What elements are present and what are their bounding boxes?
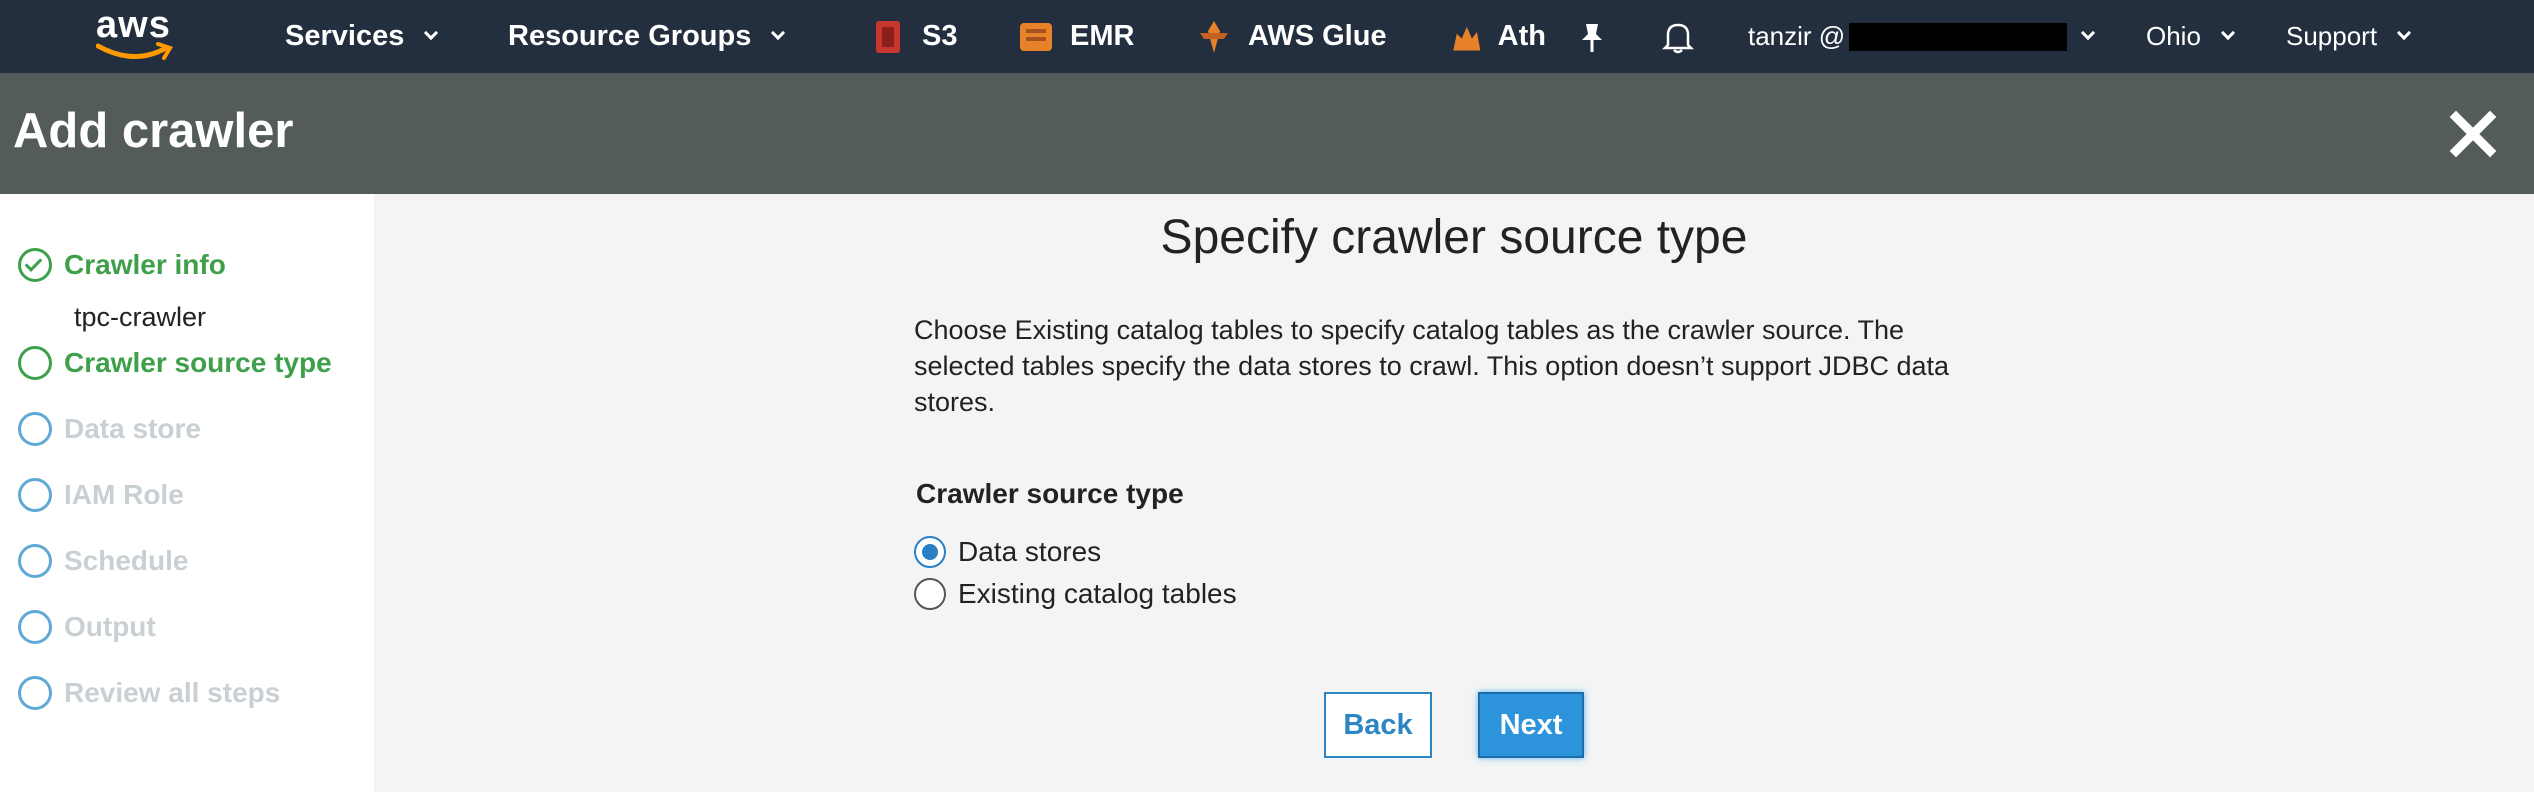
pin-button[interactable] (1578, 0, 1606, 73)
circle-icon (18, 676, 52, 710)
wizard-steps-sidebar: Crawler info tpc-crawler Crawler source … (0, 194, 374, 792)
redacted-account-id (1849, 22, 2068, 51)
region-menu[interactable]: Ohio (2146, 0, 2235, 73)
circle-icon (18, 478, 52, 512)
chevron-down-icon (771, 25, 786, 40)
radio-button[interactable] (914, 578, 946, 610)
shortcut-athena[interactable]: Ath (1450, 0, 1546, 73)
circle-icon (18, 412, 52, 446)
option-existing-catalog-tables[interactable]: Existing catalog tables (914, 578, 1237, 610)
athena-icon (1453, 26, 1481, 50)
user-account-menu[interactable]: tanzir @ (1748, 0, 2096, 73)
notifications-button[interactable] (1662, 0, 1694, 73)
section-description: Choose Existing catalog tables to specif… (914, 315, 1950, 417)
region-label: Ohio (2146, 21, 2201, 51)
support-menu[interactable]: Support (2286, 0, 2412, 73)
step-schedule: Schedule (18, 544, 188, 578)
close-icon[interactable] (2448, 109, 2498, 159)
page-header: Add crawler (0, 73, 2534, 194)
radio-button-selected[interactable] (914, 536, 946, 568)
step-crawler-source-type[interactable]: Crawler source type (18, 346, 332, 380)
page-title: Add crawler (13, 104, 294, 158)
step-output: Output (18, 610, 156, 644)
step-label: IAM Role (64, 479, 184, 510)
shortcut-glue[interactable]: AWS Glue (1194, 0, 1387, 73)
top-navigation-bar: aws Services Resource Groups S3 EMR AWS … (0, 0, 2534, 73)
shortcut-athena-label: Ath (1497, 20, 1546, 52)
emr-icon (1020, 22, 1052, 51)
glue-icon (1200, 20, 1228, 53)
bell-icon (1662, 23, 1694, 53)
shortcut-emr-label: EMR (1070, 20, 1135, 52)
chevron-down-icon (2081, 25, 2096, 40)
resource-groups-menu[interactable]: Resource Groups (508, 0, 786, 73)
step-label: Crawler info (64, 249, 226, 280)
shortcut-s3-label: S3 (922, 20, 958, 52)
step-label: Review all steps (64, 677, 281, 708)
aws-logo[interactable]: aws (92, 4, 182, 64)
s3-icon (876, 20, 900, 53)
chevron-down-icon (424, 25, 439, 40)
user-label: tanzir @ (1748, 21, 1846, 51)
circle-icon (18, 610, 52, 644)
resource-groups-label: Resource Groups (508, 20, 752, 52)
shortcut-emr[interactable]: EMR (1016, 0, 1134, 73)
check-circle-icon (18, 248, 52, 282)
circle-icon (18, 544, 52, 578)
next-button[interactable]: Next (1478, 692, 1584, 758)
pin-icon (1582, 23, 1602, 52)
shortcut-glue-label: AWS Glue (1248, 20, 1387, 52)
circle-icon (18, 346, 52, 380)
step-label: Output (64, 611, 156, 642)
crawler-name-value: tpc-crawler (74, 302, 207, 332)
services-label: Services (285, 20, 405, 52)
main-content: Specify crawler source type Choose Exist… (374, 194, 2534, 792)
option-data-stores[interactable]: Data stores (914, 536, 1101, 568)
back-button[interactable]: Back (1324, 692, 1432, 758)
option-label: Existing catalog tables (958, 578, 1237, 609)
chevron-down-icon (2397, 25, 2412, 40)
step-label: Data store (64, 413, 201, 444)
shortcut-s3[interactable]: S3 (868, 0, 957, 73)
step-review-all-steps: Review all steps (18, 676, 280, 710)
option-label: Data stores (958, 536, 1102, 567)
step-crawler-info[interactable]: Crawler info (18, 248, 226, 282)
crawler-source-type-label: Crawler source type (916, 478, 1184, 509)
support-label: Support (2286, 21, 2378, 51)
aws-smile-icon (96, 42, 173, 60)
step-label: Crawler source type (64, 347, 332, 378)
section-title: Specify crawler source type (1160, 211, 1748, 264)
step-label: Schedule (64, 545, 189, 576)
chevron-down-icon (2220, 25, 2235, 40)
services-menu[interactable]: Services (285, 0, 439, 73)
step-data-store: Data store (18, 412, 201, 446)
step-iam-role: IAM Role (18, 478, 184, 512)
